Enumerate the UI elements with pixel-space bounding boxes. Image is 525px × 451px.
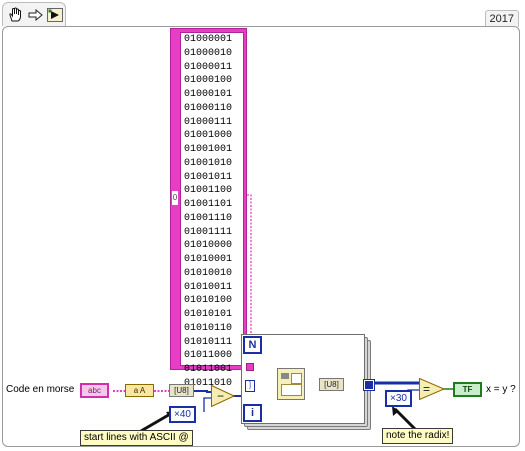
- array-element[interactable]: 01010010: [181, 267, 243, 281]
- array-element[interactable]: 01010110: [181, 322, 243, 336]
- array-element[interactable]: 01000101: [181, 88, 243, 102]
- u8-conversion[interactable]: [U8]: [319, 378, 344, 391]
- array-element[interactable]: 01001110: [181, 212, 243, 226]
- u8-conversion-node[interactable]: [U8]: [169, 384, 194, 397]
- array-element[interactable]: 01000001: [181, 33, 243, 47]
- output-label: x = y ?: [486, 384, 516, 395]
- string-to-bytes-node[interactable]: a A: [125, 384, 154, 397]
- array-element[interactable]: 01001000: [181, 129, 243, 143]
- equal-node[interactable]: =: [419, 378, 445, 400]
- svg-text:−: −: [217, 389, 224, 403]
- ascii-comment: start lines with ASCII @: [80, 430, 193, 446]
- for-loop[interactable]: N i ] [U8]: [241, 334, 375, 424]
- node-glyph: [291, 373, 302, 384]
- node-glyph: [281, 373, 289, 379]
- radix-constant[interactable]: ×30: [385, 390, 412, 407]
- array-wire: [247, 194, 252, 340]
- array-element[interactable]: 01010001: [181, 253, 243, 267]
- array-element[interactable]: 01000010: [181, 47, 243, 61]
- offset-constant[interactable]: ×40: [169, 406, 196, 423]
- array-element[interactable]: 01000111: [181, 116, 243, 130]
- array-element[interactable]: 01010101: [181, 308, 243, 322]
- output-tunnel[interactable]: [363, 379, 375, 391]
- shift-terminal[interactable]: ]: [245, 380, 255, 392]
- comment-arrow: [140, 411, 173, 433]
- array-element[interactable]: 01001011: [181, 171, 243, 185]
- array-element[interactable]: 01000011: [181, 61, 243, 75]
- array-element[interactable]: 01011001: [181, 363, 243, 377]
- array-element[interactable]: 01001111: [181, 226, 243, 240]
- input-label: Code en morse: [6, 384, 75, 395]
- array-element[interactable]: 01000110: [181, 102, 243, 116]
- numeric-wire: [193, 390, 212, 393]
- array-element[interactable]: 01001001: [181, 143, 243, 157]
- array-element-list: 01000001 01000010 01000011 01000100 01000101…: [181, 33, 243, 391]
- array-element[interactable]: 01010011: [181, 281, 243, 295]
- auto-index-tunnel[interactable]: [246, 363, 254, 371]
- array-element[interactable]: 01010111: [181, 336, 243, 350]
- array-element[interactable]: 01010000: [181, 239, 243, 253]
- subtract-node[interactable]: −: [211, 385, 235, 407]
- array-index-display[interactable]: 0: [172, 191, 178, 205]
- radix-comment: note the radix!: [382, 428, 454, 444]
- count-terminal[interactable]: N: [243, 336, 262, 354]
- array-element[interactable]: 01010100: [181, 294, 243, 308]
- array-element[interactable]: 01001101: [181, 198, 243, 212]
- svg-text:=: =: [423, 382, 430, 396]
- array-constant[interactable]: 0 01000001 01000010 01000011 01000100 010001…: [170, 28, 247, 389]
- node-glyph: [281, 384, 302, 396]
- array-element[interactable]: 01001100: [181, 184, 243, 198]
- array-element[interactable]: 01011000: [181, 349, 243, 363]
- number-to-string-node[interactable]: [277, 368, 305, 400]
- array-element[interactable]: 01000100: [181, 74, 243, 88]
- array-elements: 01000001 01000010 01000011 01000100 01000101…: [180, 32, 244, 389]
- comment-arrow: [393, 407, 417, 431]
- boolean-indicator[interactable]: TF: [453, 382, 482, 397]
- string-control[interactable]: abc: [80, 383, 109, 398]
- iteration-terminal: i: [243, 404, 262, 422]
- array-element[interactable]: 01001010: [181, 157, 243, 171]
